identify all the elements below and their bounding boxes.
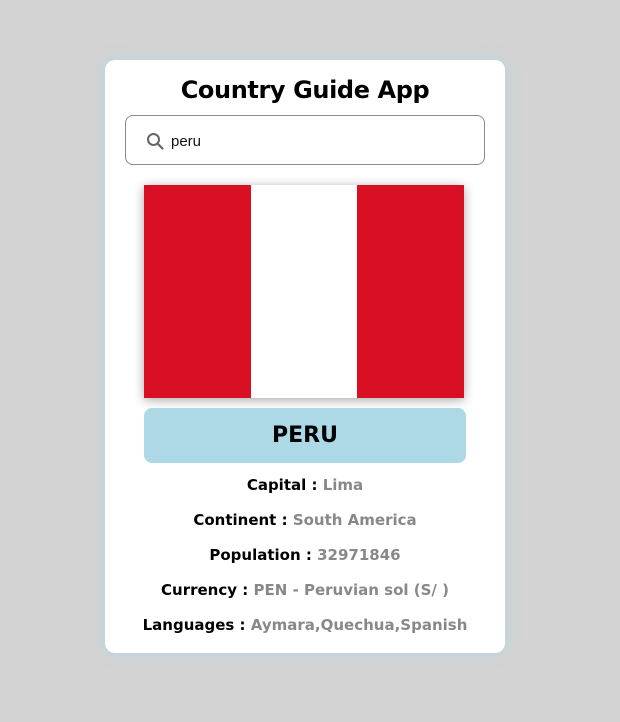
detail-continent: Continent : South America [105, 509, 505, 544]
detail-label: Population : [209, 546, 312, 564]
detail-label: Continent : [193, 511, 288, 529]
country-card: Country Guide App PERU Capital : Lima Co… [105, 60, 505, 653]
detail-languages: Languages : Aymara,Quechua,Spanish [105, 614, 505, 649]
detail-label: Capital : [246, 476, 318, 494]
flag-band-left [144, 185, 251, 398]
detail-label: Languages : [142, 616, 246, 634]
search-icon [147, 133, 164, 150]
detail-value: Aymara,Quechua,Spanish [250, 616, 468, 634]
detail-value: PEN - Peruvian sol (S/ ) [253, 581, 449, 599]
search-input[interactable] [171, 128, 471, 154]
flag-band-center [250, 185, 358, 398]
country-name-badge: PERU [144, 408, 466, 463]
app-title: Country Guide App [180, 76, 430, 104]
detail-label: Currency : [161, 581, 249, 599]
flag-band-right [357, 185, 465, 398]
detail-value: Lima [322, 476, 364, 494]
country-flag [144, 185, 465, 398]
detail-value: 32971846 [317, 546, 401, 564]
search-box[interactable] [125, 115, 485, 165]
detail-population: Population : 32971846 [105, 544, 505, 579]
detail-currency: Currency : PEN - Peruvian sol (S/ ) [105, 579, 505, 614]
country-details: Capital : Lima Continent : South America… [105, 474, 505, 649]
detail-value: South America [292, 511, 417, 529]
detail-capital: Capital : Lima [105, 474, 505, 509]
